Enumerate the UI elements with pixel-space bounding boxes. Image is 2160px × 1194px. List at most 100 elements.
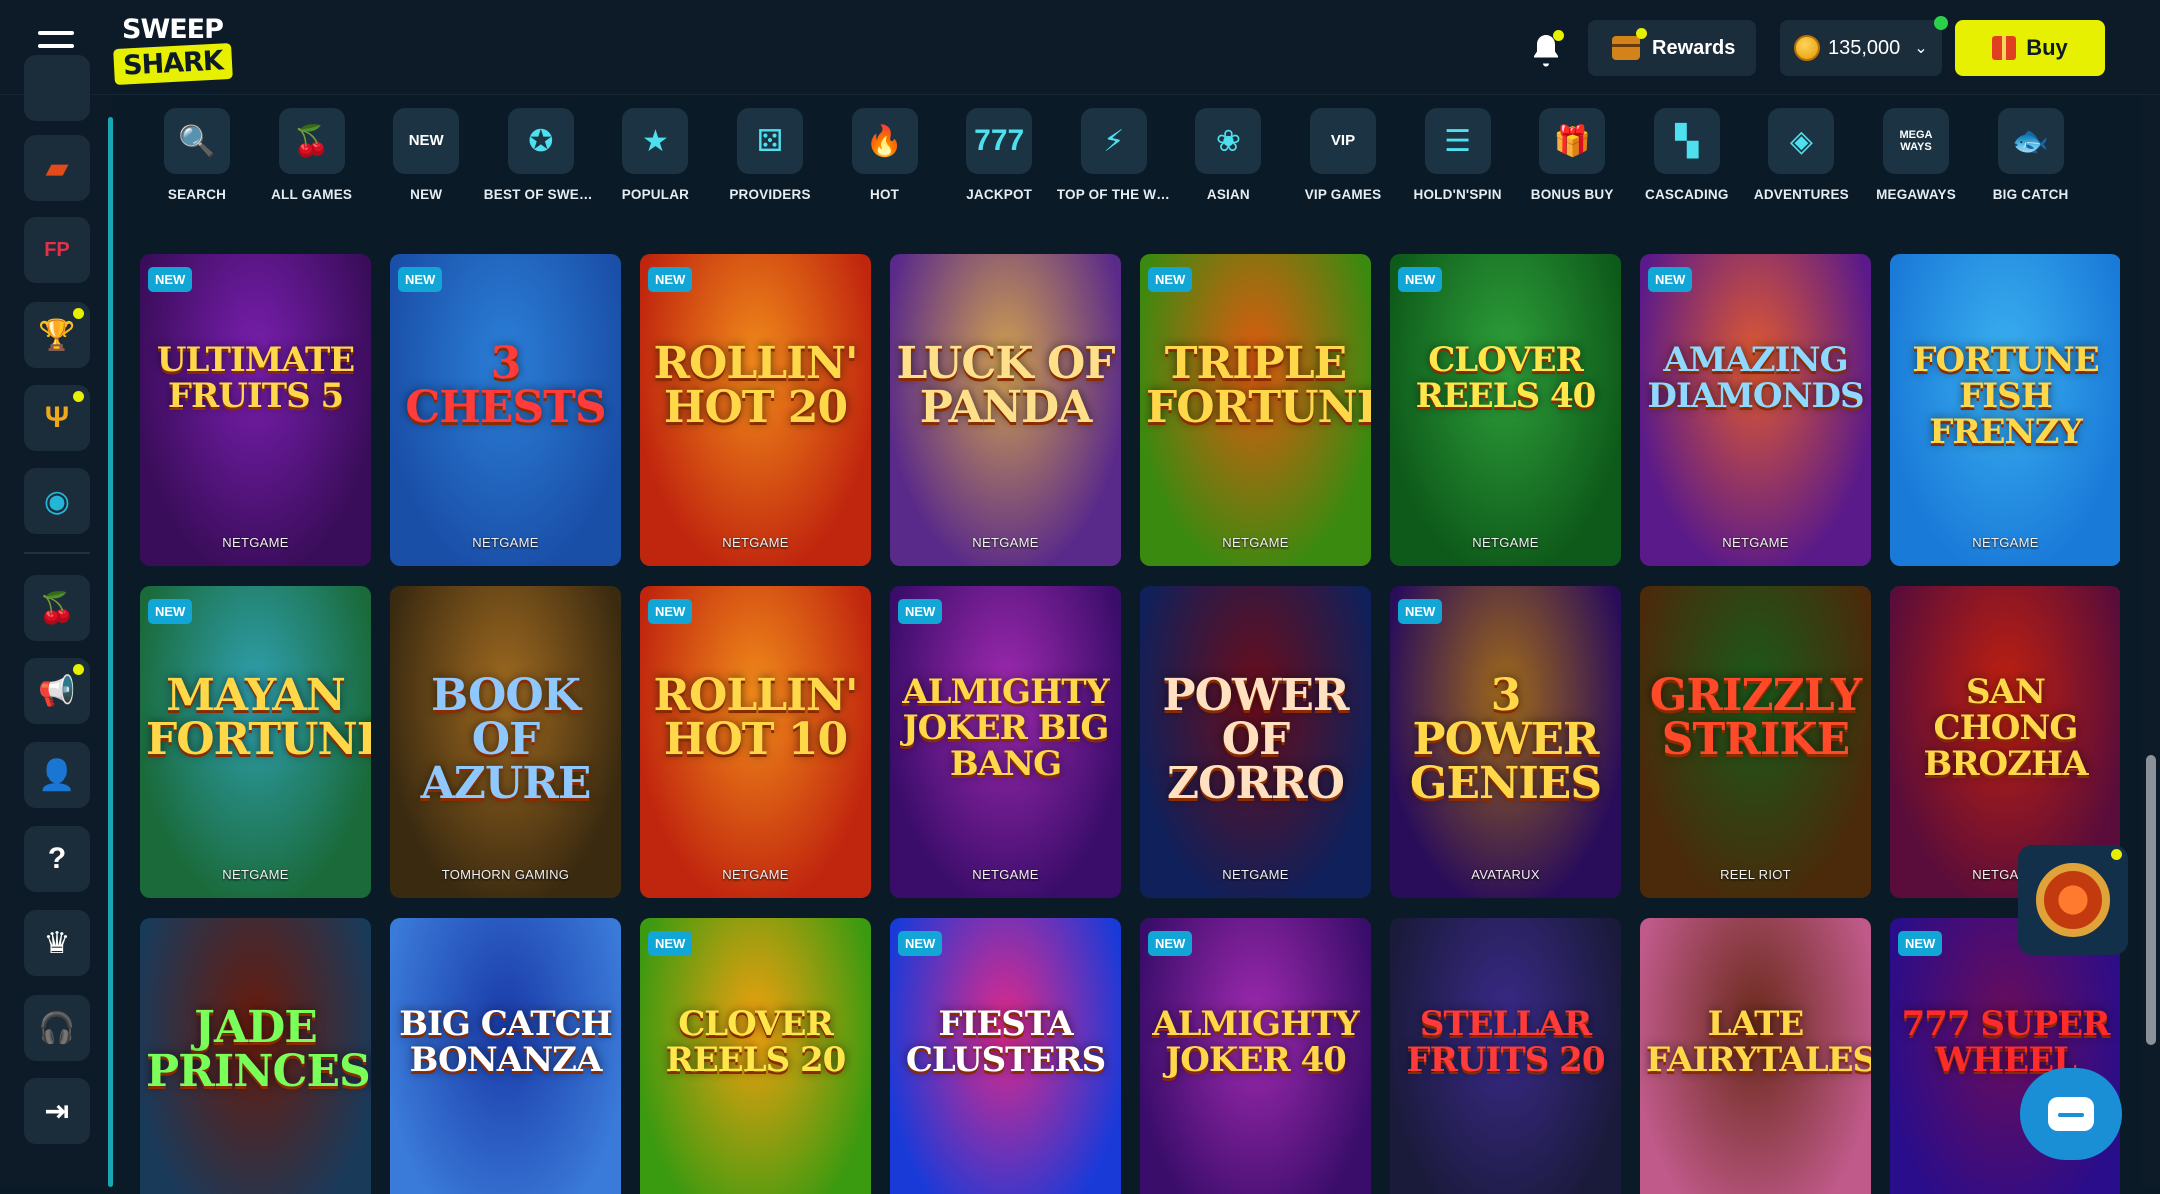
- game-provider: NETGAME: [1222, 535, 1289, 550]
- game-tile[interactable]: BOOK OF AZURE TOMHORN GAMING: [390, 586, 621, 898]
- sidebar-item-games[interactable]: 🍒: [24, 575, 90, 641]
- megaphone-icon: 📢: [38, 674, 76, 708]
- sidebar-item-logout[interactable]: ⇥: [24, 1078, 90, 1144]
- game-title: FIESTA CLUSTERS: [905, 1004, 1106, 1080]
- category-megaways[interactable]: MEGA WAYS MEGAWAYS: [1859, 108, 1973, 202]
- game-title: BIG CATCH BONANZA: [399, 1004, 613, 1080]
- new-badge: NEW: [648, 599, 693, 624]
- game-tile[interactable]: LATE FAIRYTALES: [1640, 918, 1871, 1194]
- game-tile[interactable]: STELLAR FRUITS 20: [1390, 918, 1621, 1194]
- category-asian[interactable]: ❀ ASIAN: [1171, 108, 1285, 202]
- sidebar-scroll-rail[interactable]: [108, 117, 113, 1187]
- category-best-of-swee[interactable]: ✪ BEST OF SWEE...: [484, 108, 598, 202]
- sidebar-item-fp[interactable]: FP: [24, 217, 90, 283]
- category-reti[interactable]: ↺RETI: [2088, 108, 2112, 202]
- sidebar-item-help[interactable]: ?: [24, 826, 90, 892]
- game-title: 777 SUPER WHEEL: [1901, 1004, 2111, 1080]
- game-tile[interactable]: NEW TRIPLE FORTUNE NETGAME: [1140, 254, 1371, 566]
- category-all-games[interactable]: 🍒 ALL GAMES: [255, 108, 369, 202]
- top-bar: SWEEP SHARK Rewards 135,000 ⌄ Buy: [0, 0, 2160, 95]
- megaways-icon: MEGA WAYS: [1883, 108, 1949, 174]
- bonus-wheel-button[interactable]: [2018, 845, 2128, 955]
- category-hold-n-spin[interactable]: ☰ HOLD'N'SPIN: [1401, 108, 1515, 202]
- treasure-chest-icon: [1612, 36, 1640, 60]
- game-tile[interactable]: NEW ALMIGHTY JOKER BIG BANG NETGAME: [890, 586, 1121, 898]
- category-popular[interactable]: ★ POPULAR: [598, 108, 712, 202]
- sidebar-item-vip[interactable]: ♛: [24, 910, 90, 976]
- sidebar-item-refer[interactable]: 👤: [24, 742, 90, 808]
- game-tile[interactable]: FORTUNE FISH FRENZY NETGAME: [1890, 254, 2120, 566]
- sidebar-item-promo[interactable]: ▰: [24, 135, 90, 201]
- game-tile[interactable]: NEW ALMIGHTY JOKER 40: [1140, 918, 1371, 1194]
- game-tile[interactable]: NEW ULTIMATE FRUITS 5 NETGAME: [140, 254, 371, 566]
- game-provider: NETGAME: [222, 535, 289, 550]
- new-badge: NEW: [398, 267, 443, 292]
- new-badge: NEW: [1648, 267, 1693, 292]
- category-label: TOP OF THE WE...: [1056, 187, 1171, 202]
- game-tile[interactable]: NEW CLOVER REELS 40 NETGAME: [1390, 254, 1621, 566]
- notifications-bell-icon[interactable]: [1528, 30, 1564, 68]
- coins-stack-icon: ☰: [1424, 108, 1491, 174]
- category-cascading[interactable]: ▚ CASCADING: [1630, 108, 1744, 202]
- game-tile[interactable]: NEW AMAZING DIAMONDS NETGAME: [1640, 254, 1871, 566]
- balance-selector[interactable]: 135,000 ⌄: [1780, 16, 1948, 76]
- scrollbar-thumb[interactable]: [2146, 755, 2156, 1045]
- buy-button[interactable]: Buy: [1955, 20, 2105, 76]
- logo[interactable]: SWEEP SHARK: [113, 14, 233, 86]
- gift-icon: 🎁: [1539, 108, 1606, 174]
- game-tile[interactable]: NEW 3 CHESTS NETGAME: [390, 254, 621, 566]
- sidebar-item-trophy[interactable]: 🏆: [24, 302, 90, 368]
- game-tile[interactable]: NEW FIESTA CLUSTERS: [890, 918, 1121, 1194]
- live-chat-button[interactable]: [2020, 1068, 2122, 1160]
- category-label: ALL GAMES: [271, 187, 353, 202]
- sidebar-item-partial[interactable]: [24, 55, 90, 121]
- game-tile[interactable]: POWER OF ZORRO NETGAME: [1140, 586, 1371, 898]
- category-new[interactable]: NEW NEW: [369, 108, 483, 202]
- sidebar-item-support[interactable]: 🎧: [24, 995, 90, 1061]
- category-hot[interactable]: 🔥 HOT: [828, 108, 942, 202]
- game-tile[interactable]: NEW MAYAN FORTUNES NETGAME: [140, 586, 371, 898]
- game-tile[interactable]: NEW ROLLIN' HOT 10 NETGAME: [640, 586, 871, 898]
- category-adventures[interactable]: ◈ ADVENTURES: [1744, 108, 1858, 202]
- game-tile[interactable]: GRIZZLY STRIKE REEL RIOT: [1640, 586, 1871, 898]
- slot-machine-icon: 777: [966, 108, 1033, 174]
- sidebar-item-promotions[interactable]: 📢: [24, 658, 90, 724]
- game-title: JADE PRINCESS: [146, 1002, 371, 1097]
- category-bonus-buy[interactable]: 🎁 BONUS BUY: [1515, 108, 1629, 202]
- logout-icon: ⇥: [44, 1094, 70, 1128]
- game-title: ULTIMATE FRUITS 5: [156, 340, 355, 416]
- new-badge: NEW: [648, 267, 693, 292]
- game-provider: NETGAME: [222, 867, 289, 882]
- category-jackpot[interactable]: 777 JACKPOT: [942, 108, 1056, 202]
- game-tile[interactable]: JADE PRINCESS: [140, 918, 371, 1194]
- indicator-dot: [73, 308, 84, 319]
- game-title: MAYAN FORTUNES: [146, 670, 371, 765]
- award-icon: ✪: [507, 108, 574, 174]
- game-tile[interactable]: NEW ROLLIN' HOT 20 NETGAME: [640, 254, 871, 566]
- game-tile[interactable]: NEW CLOVER REELS 20: [640, 918, 871, 1194]
- sidebar-item-spin[interactable]: ◉: [24, 468, 90, 534]
- dice-icon: ⚄: [737, 108, 803, 174]
- game-tile[interactable]: LUCK OF PANDA NETGAME: [890, 254, 1121, 566]
- balance-amount: 135,000: [1828, 36, 1901, 59]
- category-vip-games[interactable]: VIP VIP GAMES: [1286, 108, 1400, 202]
- trophy-icon: 🏆: [38, 318, 76, 352]
- game-tile[interactable]: BIG CATCH BONANZA: [390, 918, 621, 1194]
- logo-text-bottom: SHARK: [113, 42, 233, 86]
- lotus-icon: ❀: [1195, 108, 1262, 174]
- game-title: 3 POWER GENIES: [1409, 670, 1602, 809]
- rewards-button[interactable]: Rewards: [1588, 20, 1756, 76]
- game-title: STELLAR FRUITS 20: [1406, 1004, 1606, 1080]
- category-big-catch[interactable]: 🐟 BIG CATCH: [1974, 108, 2088, 202]
- page-scrollbar[interactable]: [2142, 95, 2160, 1187]
- sidebar-item-trident[interactable]: Ψ: [24, 385, 90, 451]
- category-search[interactable]: 🔍 SEARCH: [140, 108, 254, 202]
- category-top-of-the-we[interactable]: ⚡ TOP OF THE WE...: [1057, 108, 1171, 202]
- game-provider: NETGAME: [1222, 867, 1289, 882]
- game-title: TRIPLE FORTUNE: [1146, 338, 1371, 433]
- category-providers[interactable]: ⚄ PROVIDERS: [713, 108, 827, 202]
- game-provider: NETGAME: [972, 867, 1039, 882]
- cherries-icon: 🍒: [278, 108, 345, 174]
- buy-label: Buy: [2026, 35, 2068, 60]
- game-tile[interactable]: NEW 3 POWER GENIES AVATARUX: [1390, 586, 1621, 898]
